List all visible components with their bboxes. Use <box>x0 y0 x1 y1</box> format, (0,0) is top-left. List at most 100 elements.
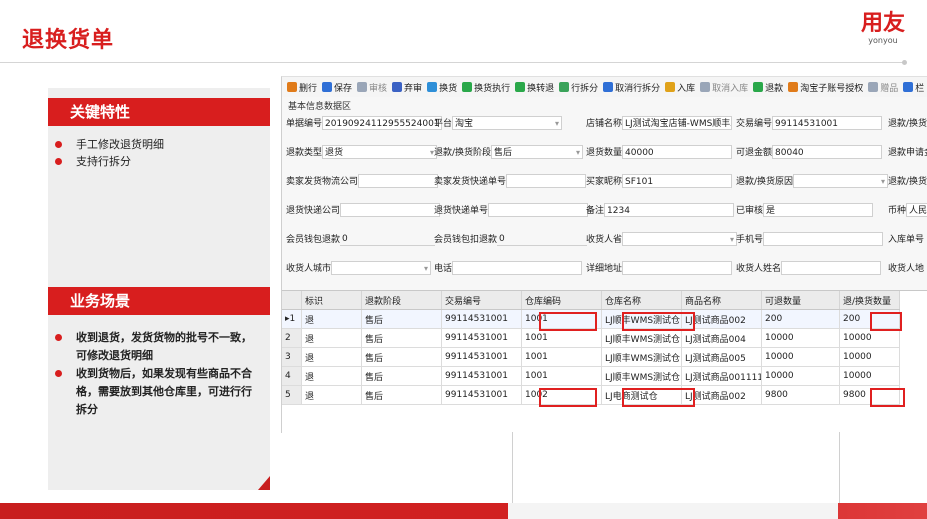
table-cell[interactable]: 1002 <box>521 385 602 405</box>
field-input[interactable]: 40000 <box>622 145 733 159</box>
field-input[interactable]: 0 <box>497 232 588 246</box>
field-input[interactable]: SF101 <box>622 174 733 188</box>
table-cell[interactable]: 99114531001 <box>441 309 522 329</box>
table-cell[interactable]: LJ顺丰WMS测试仓 <box>601 309 682 329</box>
table-cell[interactable]: 10000 <box>839 347 900 367</box>
table-cell[interactable]: 退 <box>301 347 362 367</box>
table-row[interactable]: 4 退售后 99114531001 1001 LJ顺丰WMS测试仓 LJ测试商品00111… <box>282 366 900 386</box>
table-cell[interactable]: 1001 <box>521 366 602 386</box>
table-cell[interactable]: 10000 <box>839 328 900 348</box>
toolbar-button[interactable]: 取消入库 <box>700 77 748 97</box>
table-cell[interactable]: 1001 <box>521 347 602 367</box>
field-input[interactable] <box>781 261 882 275</box>
column-header[interactable]: 商品名称 <box>681 291 762 310</box>
column-header[interactable]: 仓库编码 <box>521 291 602 310</box>
column-header[interactable]: 退/换货数量 <box>839 291 900 310</box>
field-input[interactable] <box>488 203 589 217</box>
column-header[interactable]: 标识 <box>301 291 362 310</box>
chevron-down-icon[interactable]: ▾ <box>730 233 734 245</box>
toolbar-button[interactable]: 退款 <box>753 77 783 97</box>
field-input[interactable] <box>622 261 733 275</box>
table-row[interactable]: 3 退售后 99114531001 1001 LJ顺丰WMS测试仓 LJ测试商品005 10… <box>282 347 900 367</box>
field-input[interactable]: 售后 ▾ <box>491 145 584 159</box>
field-input[interactable]: 退货 ▾ <box>322 145 438 159</box>
column-header[interactable]: 可退数量 <box>761 291 840 310</box>
table-cell[interactable]: 99114531001 <box>441 328 522 348</box>
field-input[interactable] <box>763 232 884 246</box>
toolbar-button[interactable]: 淘宝子账号授权 <box>788 77 863 97</box>
table-cell[interactable]: 售后 <box>361 309 442 329</box>
table-cell[interactable]: 1001 <box>521 328 602 348</box>
chevron-down-icon[interactable]: ▾ <box>576 146 580 158</box>
table-cell[interactable]: 9800 <box>761 385 840 405</box>
chevron-down-icon[interactable]: ▾ <box>555 117 559 129</box>
field-input[interactable]: 99114531001 <box>772 116 883 130</box>
toolbar-button[interactable]: 入库 <box>665 77 695 97</box>
field-input[interactable]: 是 <box>763 203 874 217</box>
table-cell[interactable]: 售后 <box>361 366 442 386</box>
toolbar-button[interactable]: 审核 <box>357 77 387 97</box>
chevron-down-icon[interactable]: ▾ <box>424 262 428 274</box>
table-cell[interactable]: 10000 <box>761 366 840 386</box>
toolbar-button[interactable]: 换转退 <box>515 77 554 97</box>
table-cell[interactable]: 9800 <box>839 385 900 405</box>
field-input[interactable] <box>452 261 583 275</box>
field-input[interactable]: 80040 <box>772 145 883 159</box>
toolbar-button[interactable]: 弃审 <box>392 77 422 97</box>
table-cell[interactable]: LJ顺丰WMS测试仓 <box>601 366 682 386</box>
table-cell[interactable]: 1001 <box>521 309 602 329</box>
table-cell[interactable]: LJ测试商品0011111... <box>681 366 762 386</box>
field-input[interactable]: 人民 <box>906 203 927 217</box>
column-header[interactable]: 仓库名称 <box>601 291 682 310</box>
field-input[interactable]: 0 <box>340 232 436 246</box>
table-cell[interactable]: 售后 <box>361 385 442 405</box>
table-cell[interactable]: 售后 <box>361 328 442 348</box>
table-row[interactable]: 5 退售后 99114531001 1002 LJ电商测试仓 LJ测试商品002 9800 9… <box>282 385 900 405</box>
table-cell[interactable]: 10000 <box>761 328 840 348</box>
table-cell[interactable]: 99114531001 <box>441 347 522 367</box>
table-cell[interactable]: 10000 <box>761 347 840 367</box>
field-input[interactable]: 1234 <box>604 203 735 217</box>
toolbar-button[interactable]: 换货 <box>427 77 457 97</box>
table-cell[interactable]: LJ测试商品002 <box>681 385 762 405</box>
table-cell[interactable]: 售后 <box>361 347 442 367</box>
table-cell[interactable]: 退 <box>301 309 362 329</box>
table-cell[interactable]: LJ测试商品005 <box>681 347 762 367</box>
toolbar-button[interactable]: 栏 <box>903 77 924 97</box>
table-cell[interactable]: 10000 <box>839 366 900 386</box>
table-cell[interactable]: 99114531001 <box>441 366 522 386</box>
table-cell[interactable]: 99114531001 <box>441 385 522 405</box>
table-cell[interactable]: 退 <box>301 328 362 348</box>
table-cell[interactable]: 200 <box>761 309 840 329</box>
field-input[interactable]: 20190924112955524001 <box>322 116 443 130</box>
toolbar-button[interactable]: 行拆分 <box>559 77 598 97</box>
table-cell[interactable]: LJ测试商品004 <box>681 328 762 348</box>
field-input[interactable]: 淘宝 ▾ <box>452 116 563 130</box>
toolbar-button-label: 保存 <box>334 83 353 94</box>
chevron-down-icon[interactable]: ▾ <box>881 175 885 187</box>
column-header[interactable]: 交易编号 <box>441 291 522 310</box>
field-input[interactable]: LJ测试淘宝店铺-WMS顺丰发货 <box>622 116 733 130</box>
table-cell[interactable]: 退 <box>301 366 362 386</box>
field-input[interactable] <box>358 174 439 188</box>
column-header[interactable] <box>282 291 302 310</box>
field-input[interactable]: ▾ <box>331 261 432 275</box>
field-input[interactable]: ▾ <box>793 174 889 188</box>
table-cell[interactable]: LJ测试商品002 <box>681 309 762 329</box>
table-cell[interactable]: 退 <box>301 385 362 405</box>
table-cell[interactable]: LJ电商测试仓 <box>601 385 682 405</box>
table-row[interactable]: 2 退售后 99114531001 1001 LJ顺丰WMS测试仓 LJ测试商品004 10… <box>282 328 900 348</box>
column-header[interactable]: 退款阶段 <box>361 291 442 310</box>
field-input[interactable]: ▾ <box>622 232 738 246</box>
table-cell[interactable]: LJ顺丰WMS测试仓 <box>601 347 682 367</box>
table-cell[interactable]: 200 <box>839 309 900 329</box>
field-input[interactable] <box>506 174 587 188</box>
toolbar-button[interactable]: 保存 <box>322 77 352 97</box>
toolbar-button[interactable]: 换货执行 <box>462 77 510 97</box>
toolbar-button[interactable]: 删行 <box>287 77 317 97</box>
toolbar-button[interactable]: 取消行拆分 <box>603 77 660 97</box>
toolbar-button[interactable]: 赠品 <box>868 77 898 97</box>
table-row[interactable]: ▸1 退售后 99114531001 1001 LJ顺丰WMS测试仓 LJ测试商品002 2… <box>282 309 900 329</box>
table-cell[interactable]: LJ顺丰WMS测试仓 <box>601 328 682 348</box>
field-input[interactable] <box>340 203 441 217</box>
